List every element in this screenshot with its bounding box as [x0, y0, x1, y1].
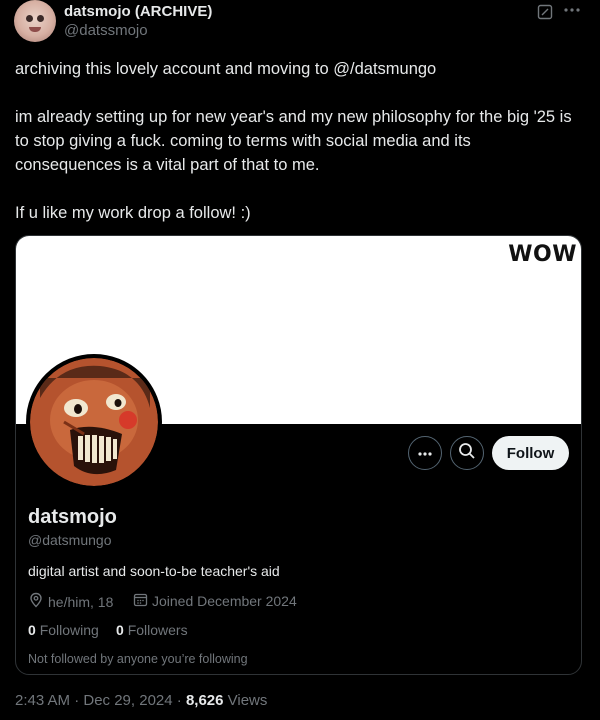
profile-pronouns: he/him, 18 — [48, 593, 114, 610]
post-text: archiving this lovely account and moving… — [15, 57, 580, 249]
post-paragraph: archiving this lovely account and moving… — [15, 60, 437, 78]
views-label: Views — [223, 692, 268, 709]
profile-avatar[interactable] — [26, 354, 162, 490]
following-count: 0 — [28, 622, 36, 638]
location-pin-icon — [28, 592, 44, 611]
not-followed-notice: Not followed by anyone you’re following — [28, 652, 248, 666]
author-display-name[interactable]: datsmojo (ARCHIVE) — [64, 3, 212, 20]
profile-location: he/him, 18 — [28, 592, 113, 611]
post-paragraph: im already setting up for new year's and… — [15, 108, 572, 174]
profile-more-button[interactable] — [408, 436, 442, 470]
followers-count: 0 — [116, 622, 124, 638]
more-horizontal-icon[interactable] — [563, 2, 581, 23]
profile-joined: Joined December 2024 — [133, 592, 297, 610]
avatar-mouth — [29, 27, 41, 32]
post-time[interactable]: 2:43 AM · Dec 29, 2024 · — [15, 692, 186, 709]
following-stat[interactable]: 0 Following — [28, 622, 99, 638]
more-horizontal-icon — [417, 444, 433, 462]
followers-label: Followers — [127, 622, 188, 638]
profile-search-button[interactable] — [450, 436, 484, 470]
profile-handle[interactable]: @datsmungo — [28, 532, 111, 548]
joined-date: Joined December 2024 — [152, 593, 297, 609]
author-handle[interactable]: @datssmojo — [64, 22, 148, 39]
profile-name[interactable]: datsmojo — [28, 506, 117, 529]
avatar-eye — [37, 15, 44, 22]
profile-bio: digital artist and soon-to-be teacher's … — [28, 563, 280, 579]
post-timestamp: 2:43 AM · Dec 29, 2024 · 8,626 Views — [15, 692, 267, 709]
post: datsmojo (ARCHIVE) @datssmojo archiving … — [0, 0, 600, 720]
views-count: 8,626 — [185, 692, 224, 709]
followers-stat[interactable]: 0 Followers — [116, 622, 188, 638]
banner-text: WOW — [508, 242, 577, 267]
calendar-icon — [133, 592, 148, 610]
avatar-eye — [26, 15, 33, 22]
post-paragraph: If u like my work drop a follow! :) — [15, 204, 251, 222]
edit-icon[interactable] — [537, 4, 553, 25]
profile-card[interactable]: WOW Follow datsmojo @datsmungo digital a… — [15, 235, 582, 675]
following-label: Following — [39, 622, 99, 638]
search-icon — [458, 442, 476, 465]
author-avatar[interactable] — [14, 0, 56, 42]
follow-button[interactable]: Follow — [492, 436, 569, 470]
